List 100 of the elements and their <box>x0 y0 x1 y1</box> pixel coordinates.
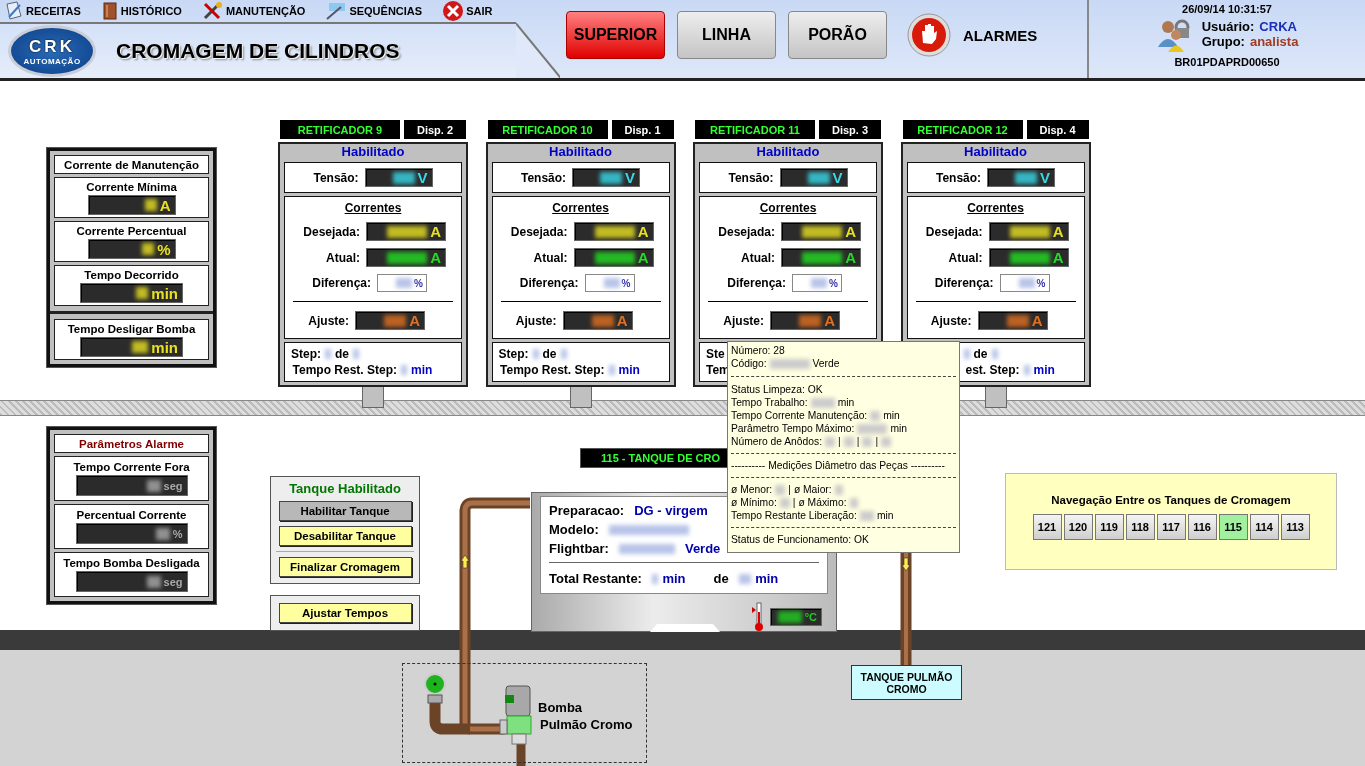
field-label: Diferença: <box>518 276 579 290</box>
tooltip-label: ø Menor: <box>731 483 773 496</box>
tank-button[interactable]: 113 <box>1280 514 1310 540</box>
view-button[interactable]: SUPERIOR <box>566 11 665 59</box>
field-label: Ajuste: <box>722 313 764 328</box>
tooltip-unit: min <box>876 509 894 522</box>
field-label: Corrente Mínima <box>86 181 177 193</box>
field-label: Tempo Corrente Fora <box>73 461 190 473</box>
of-label: de <box>713 570 729 586</box>
blurred-value <box>146 479 161 492</box>
status-label: Tanque Habilitado <box>289 481 401 496</box>
tank-button[interactable]: 120 <box>1063 514 1093 540</box>
blurred-value <box>600 171 623 184</box>
blurred-value <box>799 314 822 327</box>
tank-action-button[interactable]: Desabilitar Tanque <box>278 526 412 546</box>
blurred-value <box>392 171 415 184</box>
field-label: Percentual Corrente <box>76 509 187 521</box>
blurred-value <box>618 543 675 554</box>
blurred-value <box>560 349 567 359</box>
tooltip-unit: min <box>837 396 855 409</box>
blurred-value <box>862 436 873 447</box>
blurred-value <box>810 397 835 408</box>
pump-label: Pulmão Cromo <box>540 717 633 733</box>
tank-button[interactable]: 114 <box>1249 514 1279 540</box>
tank-button[interactable]: 119 <box>1094 514 1124 540</box>
blurred-value <box>591 314 614 327</box>
blurred-value <box>779 497 790 508</box>
blurred-value <box>155 527 170 540</box>
field-label: Tempo Desligar Bomba <box>67 323 196 335</box>
field-label: Modelo: <box>549 522 599 537</box>
unit-label: min <box>662 571 686 586</box>
blurred-value <box>834 484 843 495</box>
unit-label: min <box>618 363 640 377</box>
adjust-times-button[interactable]: Ajustar Tempos <box>278 603 412 623</box>
field-label: Tempo Bomba Desligada <box>63 557 200 569</box>
tooltip-label: ø Mínimo: <box>731 496 777 509</box>
menu-item[interactable]: MANUTENÇÃO <box>201 1 306 21</box>
tank-button[interactable]: 121 <box>1032 514 1062 540</box>
buffer-tank-label: TANQUE PULMÃO CROMO <box>851 665 962 700</box>
blurred-value <box>142 243 155 255</box>
menu-item[interactable]: SEQUÊNCIAS <box>325 1 423 21</box>
unit-label: min <box>411 363 433 377</box>
of-label: de <box>542 347 557 361</box>
blurred-value <box>991 349 998 359</box>
unit-label: % <box>172 527 183 540</box>
field-label: Atual: <box>325 250 360 265</box>
blurred-value <box>325 349 331 359</box>
pump-drawing <box>499 685 532 745</box>
unit-label: V <box>832 169 843 186</box>
blurred-value <box>769 358 810 369</box>
tank-button[interactable]: 117 <box>1156 514 1186 540</box>
blurred-value <box>387 225 428 238</box>
disp-label: Disp. 3 <box>819 120 881 139</box>
stop-hand-icon[interactable] <box>907 13 951 57</box>
field-label: Desejada: <box>302 224 360 239</box>
of-label: de <box>335 347 349 361</box>
unit-label: min <box>755 571 779 586</box>
blurred-value <box>963 349 970 359</box>
section-title: Correntes <box>759 201 817 215</box>
unit-label: A <box>845 223 856 240</box>
blurred-value <box>401 365 407 375</box>
flow-arrow-icon <box>460 554 470 569</box>
view-button[interactable]: PORÃO <box>788 11 887 59</box>
separator-text: | <box>838 435 841 448</box>
view-button[interactable]: LINHA <box>677 11 776 59</box>
user-name: CRKA <box>1259 19 1297 34</box>
blurred-value <box>811 278 828 288</box>
blurred-value <box>594 225 635 238</box>
status-label: Habilitado <box>755 144 821 159</box>
field-label: Total Restante: <box>549 570 642 586</box>
panel-title: Parâmetros Alarme <box>78 438 184 450</box>
unit-label: min <box>151 338 178 356</box>
unit-label: A <box>430 249 441 266</box>
menu-item[interactable]: RECEITAS <box>4 1 81 21</box>
blurred-value <box>881 436 892 447</box>
menu-item[interactable]: SAIR <box>442 0 493 22</box>
tank-action-button[interactable]: Finalizar Cromagem <box>278 557 412 577</box>
separator-text: | <box>856 435 860 448</box>
rectifier-name: RETIFICADOR 10 <box>487 120 608 139</box>
blurred-value <box>1006 314 1029 327</box>
unit-label: % <box>414 277 423 289</box>
menu-item[interactable]: HISTÓRICO <box>100 1 182 21</box>
tooltip-line: Número: 28 <box>731 344 786 357</box>
tank-button[interactable]: 115 <box>1218 514 1248 540</box>
pressure-gauge-icon <box>424 673 446 704</box>
unit-label: A <box>1052 249 1064 266</box>
tank-button[interactable]: 118 <box>1125 514 1155 540</box>
tank-button[interactable]: 116 <box>1187 514 1217 540</box>
field-label: Atual: <box>947 250 983 265</box>
close-icon <box>442 0 465 22</box>
tooltip-unit: min <box>883 409 900 422</box>
station-name: BR01PDAPRD00650 <box>1174 56 1280 68</box>
blurred-value <box>132 341 149 353</box>
field-label: Ajuste: <box>929 313 972 328</box>
field-label: Tempo Decorrido <box>84 269 179 281</box>
disp-label: Disp. 4 <box>1026 120 1089 139</box>
status-label: Habilitado <box>548 144 613 159</box>
blurred-value <box>1023 365 1030 375</box>
blurred-value <box>807 171 830 184</box>
tooltip-label: ø Máximo: <box>798 496 847 509</box>
